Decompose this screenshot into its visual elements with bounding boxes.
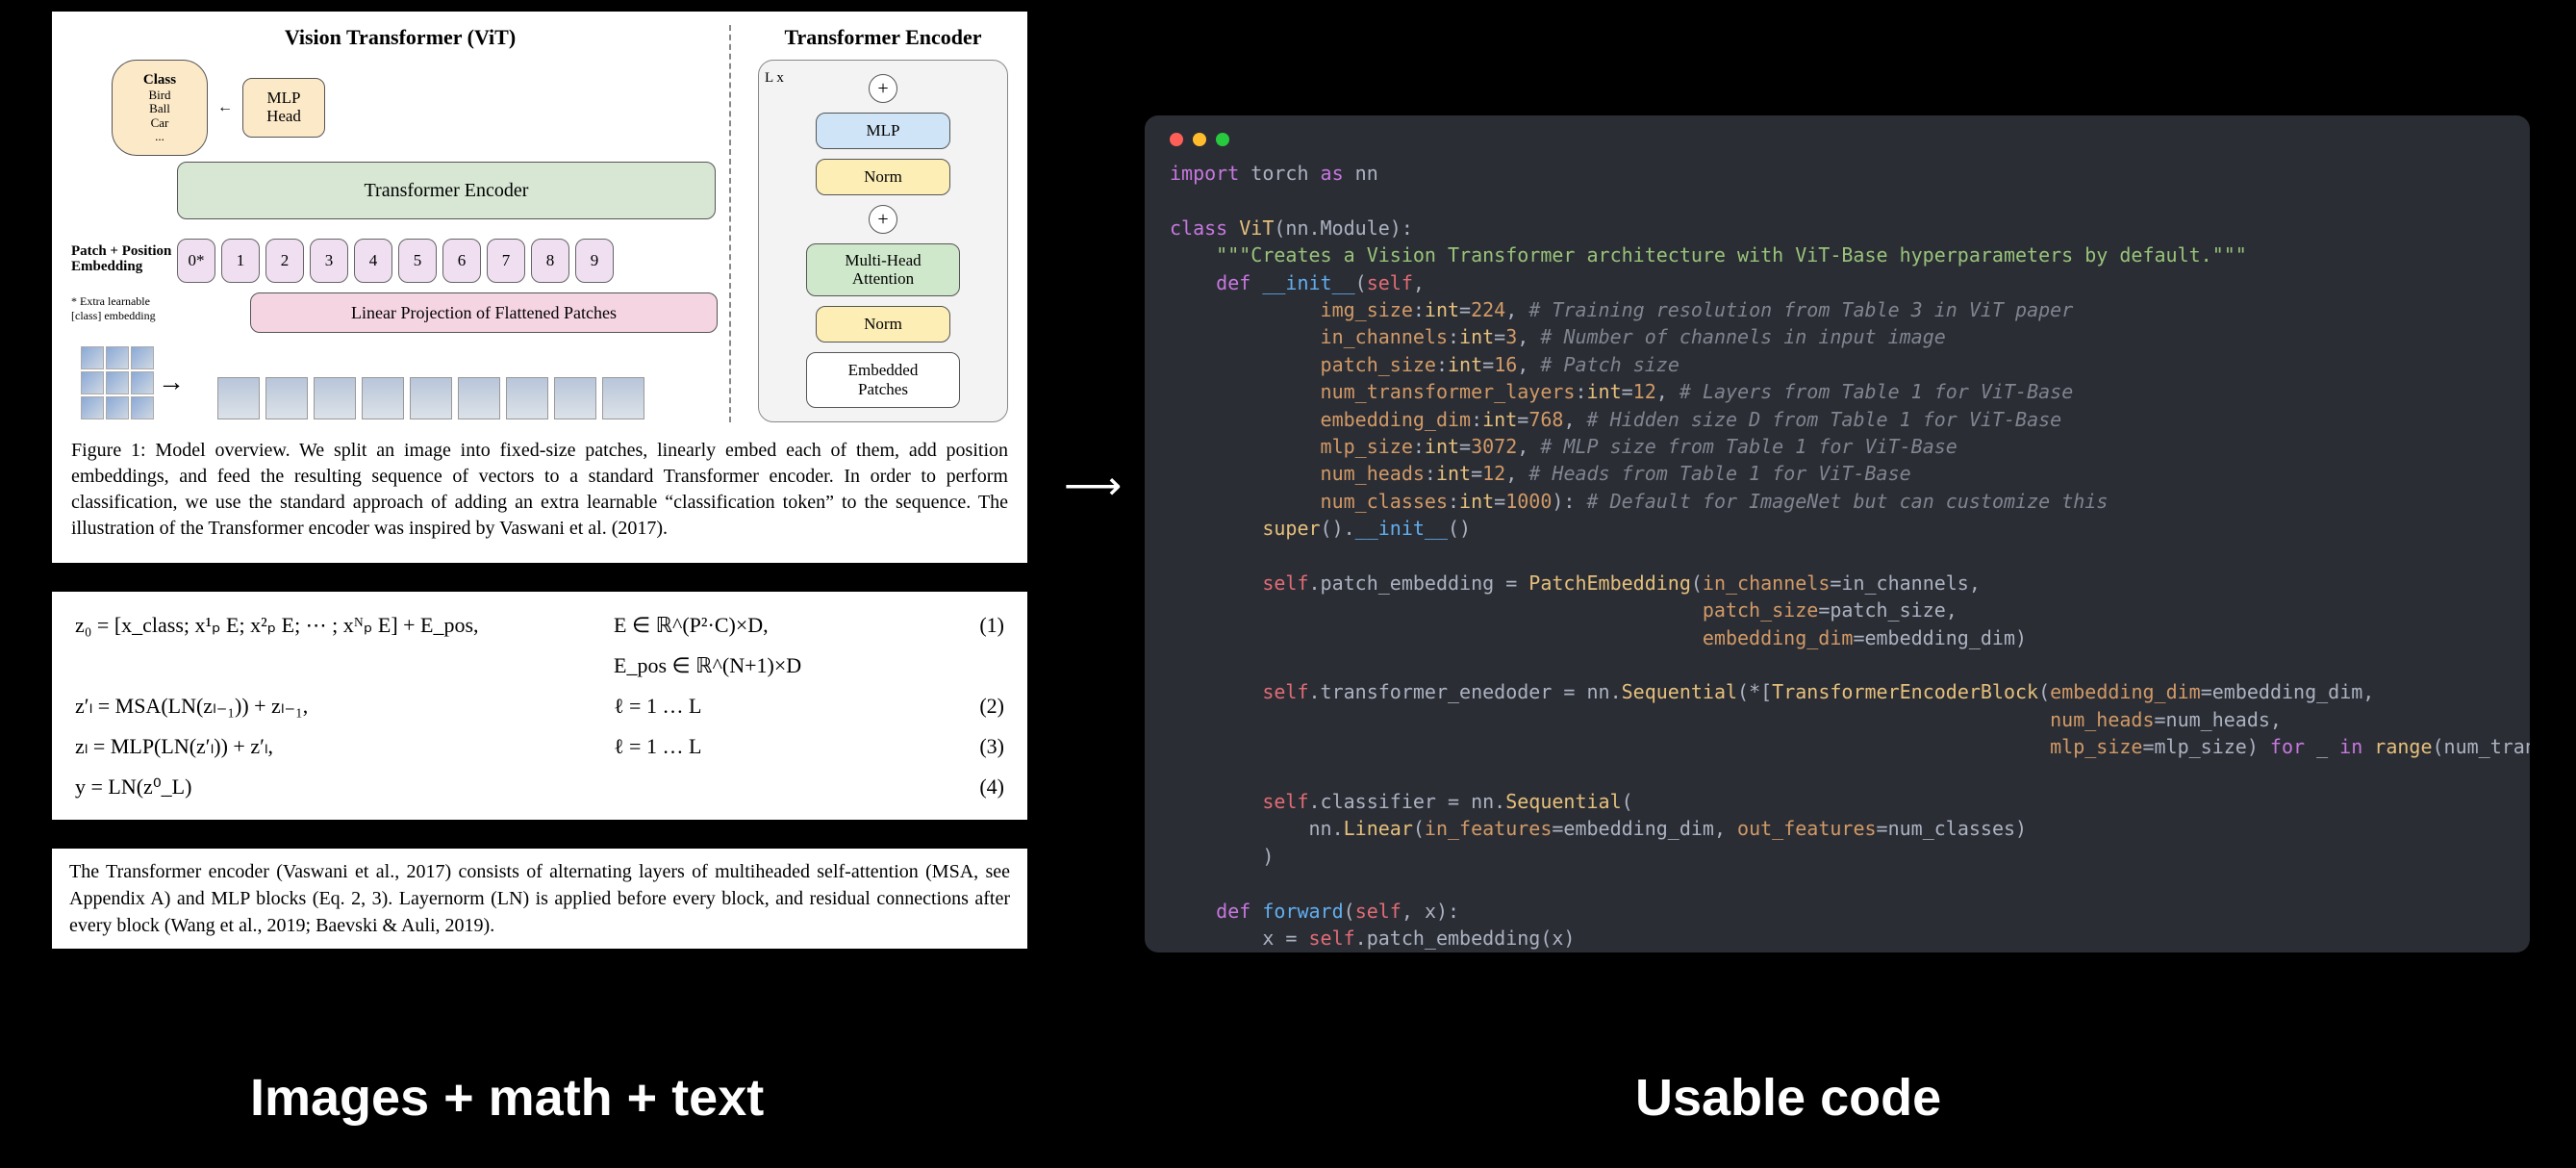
position-token: 7 xyxy=(487,239,525,283)
mlp-head-box: MLP Head xyxy=(242,78,325,138)
encoder-description: The Transformer encoder (Vaswani et al.,… xyxy=(52,849,1027,949)
class-box-items: Bird Ball Car ... xyxy=(148,89,170,143)
left-column: Vision Transformer (ViT) Class Bird Ball… xyxy=(52,12,1027,978)
encoder-title: Transformer Encoder xyxy=(758,25,1008,50)
class-output-box: Class Bird Ball Car ... xyxy=(112,60,208,156)
position-token: 6 xyxy=(442,239,481,283)
add-icon: + xyxy=(869,74,897,103)
equation-number: (1) xyxy=(979,605,1004,646)
position-token: 4 xyxy=(354,239,392,283)
equation-number: (4) xyxy=(979,767,1004,807)
equation-condition: ℓ = 1 … L xyxy=(614,686,825,726)
encoder-stack: L x + MLP Norm + Multi-Head Attention No… xyxy=(758,60,1008,422)
equation-row: z₀ = [x_class; x¹ₚ E; x²ₚ E; ⋯ ; xᴺₚ E] … xyxy=(75,605,1004,686)
add-icon: + xyxy=(869,205,897,234)
equation-number: (3) xyxy=(979,726,1004,767)
token-row: 0*123456789 xyxy=(177,239,729,283)
embedded-patches-block: Embedded Patches xyxy=(806,352,960,408)
equations-panel: z₀ = [x_class; x¹ₚ E; x²ₚ E; ⋯ ; xᴺₚ E] … xyxy=(52,592,1027,820)
patch-position-label: Patch + Position Embedding xyxy=(71,244,171,275)
encoder-mlp-block: MLP xyxy=(816,113,950,149)
arrow-left-icon: ← xyxy=(217,99,233,116)
minimize-icon[interactable] xyxy=(1193,133,1206,146)
window-traffic-lights xyxy=(1170,133,2505,146)
position-token: 8 xyxy=(531,239,569,283)
encoder-norm-block-2: Norm xyxy=(816,306,950,343)
equation-row: y = LN(z⁰_L) (4) xyxy=(75,767,1004,807)
arrow-right-icon: → xyxy=(158,368,185,398)
full-image-grid xyxy=(81,346,154,419)
position-token: 2 xyxy=(265,239,304,283)
vit-title: Vision Transformer (ViT) xyxy=(71,25,729,50)
equation-lhs: z′ₗ = MSA(LN(zₗ₋₁)) + zₗ₋₁, xyxy=(75,686,614,726)
equation-condition: ℓ = 1 … L xyxy=(614,726,825,767)
linear-projection-box: Linear Projection of Flattened Patches xyxy=(250,292,718,333)
equation-lhs: zₗ = MLP(LN(z′ₗ)) + z′ₗ, xyxy=(75,726,614,767)
equation-number: (2) xyxy=(979,686,1004,726)
encoder-mha-block: Multi-Head Attention xyxy=(806,243,960,296)
position-token: 5 xyxy=(398,239,437,283)
figure-caption: Figure 1: Model overview. We split an im… xyxy=(71,438,1008,542)
l-times-label: L x xyxy=(765,70,784,87)
left-caption: Images + math + text xyxy=(250,1068,764,1128)
patch-strip xyxy=(217,346,644,419)
equation-lhs: y = LN(z⁰_L) xyxy=(75,767,614,807)
equation-row: zₗ = MLP(LN(z′ₗ)) + z′ₗ,ℓ = 1 … L (3) xyxy=(75,726,1004,767)
encoder-norm-block-1: Norm xyxy=(816,159,950,195)
position-token: 9 xyxy=(575,239,614,283)
extra-learnable-label: * Extra learnable [class] embedding xyxy=(71,294,156,323)
class-box-title: Class xyxy=(143,72,176,89)
code-content: import torch as nn class ViT(nn.Module):… xyxy=(1170,160,2505,952)
equation-row: z′ₗ = MSA(LN(zₗ₋₁)) + zₗ₋₁,ℓ = 1 … L (2) xyxy=(75,686,1004,726)
right-caption: Usable code xyxy=(1635,1068,1941,1128)
equation-condition: E ∈ ℝ^(P²·C)×D, E_pos ∈ ℝ^(N+1)×D xyxy=(614,605,825,686)
flow-arrow-icon: ⟶ xyxy=(1064,462,1122,509)
position-token: 3 xyxy=(310,239,348,283)
maximize-icon[interactable] xyxy=(1216,133,1229,146)
position-token: 0* xyxy=(177,239,215,283)
position-token: 1 xyxy=(221,239,260,283)
close-icon[interactable] xyxy=(1170,133,1183,146)
equation-lhs: z₀ = [x_class; x¹ₚ E; x²ₚ E; ⋯ ; xᴺₚ E] … xyxy=(75,605,614,646)
figure-panel: Vision Transformer (ViT) Class Bird Ball… xyxy=(52,12,1027,563)
image-patches-row: → xyxy=(81,346,729,419)
code-window: import torch as nn class ViT(nn.Module):… xyxy=(1145,115,2530,952)
transformer-encoder-box: Transformer Encoder xyxy=(177,162,716,219)
